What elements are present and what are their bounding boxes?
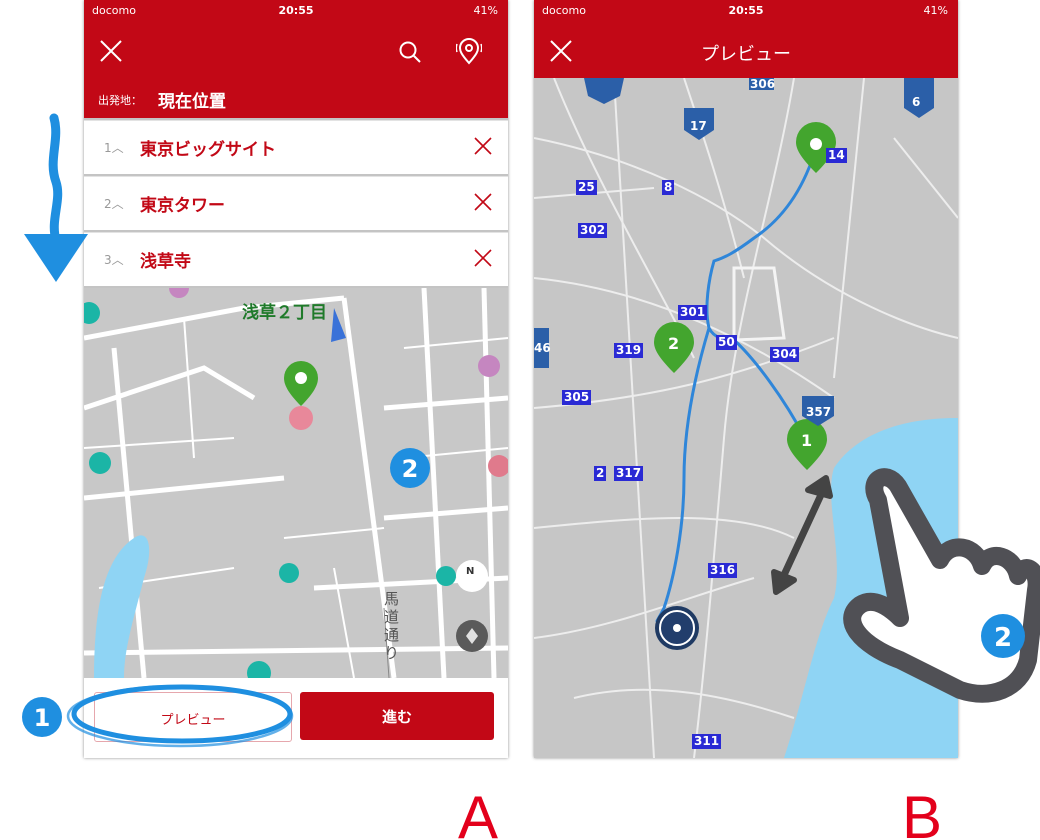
pinch-zoom-arrow-icon [774,480,830,592]
step-2-number: 2 [402,455,419,483]
screen-b-label: B [902,784,942,840]
screen-a-label: A [458,784,498,840]
step-2-number-b: 2 [994,623,1012,653]
hand-gesture-icon [843,468,1040,703]
scroll-down-arrow-icon [48,113,63,245]
annotation-layer: 1 2 2 A B [22,113,1040,840]
step-1-number: 1 [34,704,51,732]
